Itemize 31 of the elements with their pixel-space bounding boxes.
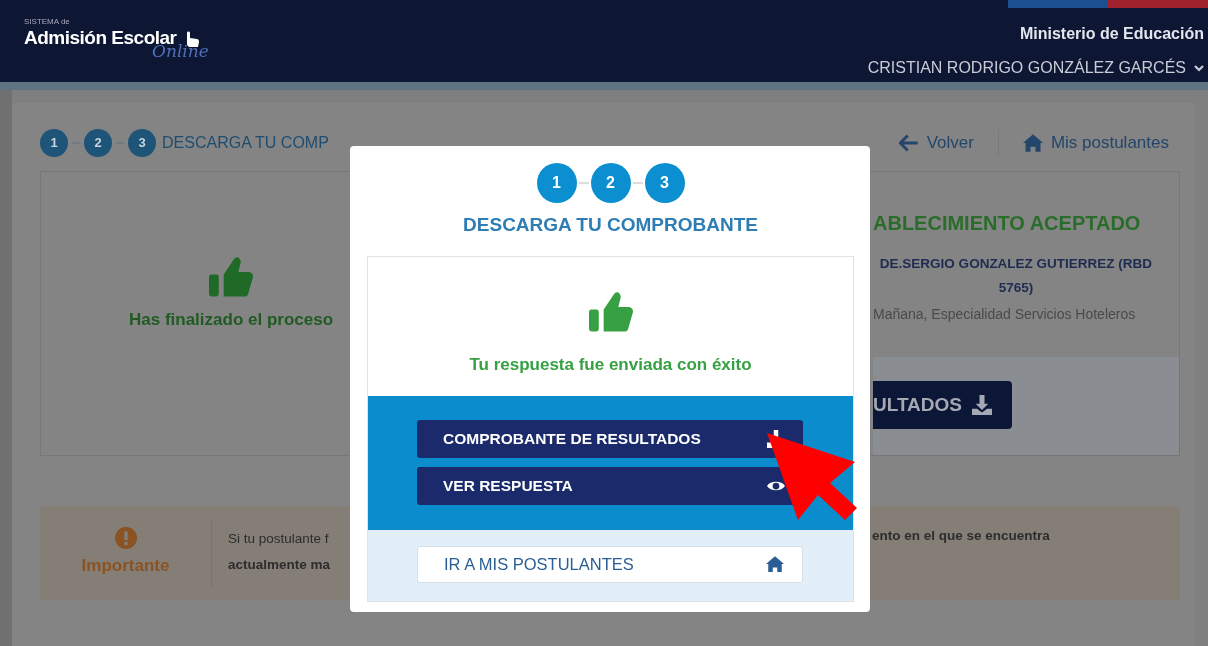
home-icon (766, 555, 784, 573)
alert-icon (114, 527, 137, 550)
results-download-button[interactable]: ULTADOS (873, 381, 1012, 429)
action-button[interactable]: IR A MIS POSTULANTES (417, 545, 803, 583)
step-number: 1 (40, 129, 68, 157)
user-menu[interactable]: CRISTIAN RODRIGO GONZÁLEZ GARCÉS (867, 56, 1204, 80)
success-message: Has finalizado el proceso (128, 308, 334, 331)
step-number: 2 (84, 129, 112, 157)
school-name: DE.SERGIO GONZALEZ GUTIERREZ (RBD 5765) (878, 255, 1154, 297)
action-button[interactable]: COMPROBANTE DE RESULTADOS (417, 419, 803, 458)
caret-icon (1194, 63, 1204, 73)
notice-text: Si tu postulante f (228, 530, 330, 548)
thumbs-up-icon (209, 254, 253, 299)
step-number: 3 (128, 129, 156, 157)
step-number: 1 (536, 163, 577, 203)
step-title: DESCARGA TU COMP (162, 133, 329, 153)
step-number: 2 (590, 163, 631, 203)
success-message: Tu respuesta fue enviada con éxito (469, 354, 752, 376)
home-icon (1022, 133, 1043, 153)
thumbs-up-icon (588, 290, 633, 334)
site-logo[interactable]: SISTEMA de Admisión Escolar Online (0, 0, 209, 82)
notice-label: Importante (81, 555, 170, 578)
notice-text: actualmente ma (228, 556, 332, 574)
ministry-name: Ministerio de Educación (1019, 24, 1204, 44)
notice-text: ento en el que se encuentra (872, 527, 1050, 545)
school-detail: Mañana, Especialidad Servicios Hoteleros (873, 305, 1137, 324)
download-icon (972, 395, 992, 415)
status-title: ABLECIMIENTO ACEPTADO (873, 211, 1142, 236)
back-arrow-icon (898, 133, 919, 153)
modal-title: DESCARGA TU COMPROBANTE (462, 213, 759, 237)
step-number: 3 (644, 163, 685, 203)
